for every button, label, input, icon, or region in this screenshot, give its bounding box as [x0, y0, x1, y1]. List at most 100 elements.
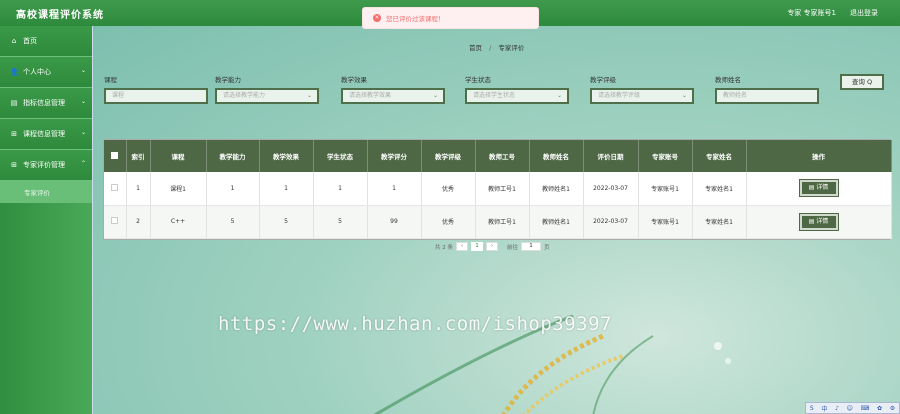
detail-button[interactable]: ▤ 详情 [798, 212, 839, 231]
breadcrumb-current: 专家评价 [498, 44, 525, 52]
filter-course: 课程 课程 [104, 74, 208, 104]
chevron-down-icon: ⌄ [556, 92, 562, 99]
sidebar-item-label: 个人中心 [23, 68, 51, 76]
table-cell: 课程1 [150, 172, 207, 206]
evaluation-table: 索引 课程 教学能力 教学效果 学生状态 教学评分 教学评级 教师工号 教师姓名… [103, 139, 892, 240]
next-page-button[interactable]: › [486, 242, 498, 251]
table-header-row: 索引 课程 教学能力 教学效果 学生状态 教学评分 教学评级 教师工号 教师姓名… [104, 140, 892, 172]
keyboard-icon[interactable]: ⌨ [861, 405, 870, 412]
teaching-effect-select[interactable]: 请选择教学效果 ⌄ [341, 88, 445, 104]
course-input[interactable]: 课程 [104, 88, 208, 104]
table-cell: 优秀 [421, 205, 476, 239]
detail-button[interactable]: ▤ 详情 [798, 179, 839, 198]
filter-student-status: 学生状态 请选择学生状态 ⌄ [465, 74, 569, 104]
error-icon: × [373, 14, 381, 22]
filter-label: 学生状态 [465, 76, 491, 84]
table-cell: 优秀 [421, 172, 476, 206]
app-title: 高校课程评价系统 [16, 10, 104, 21]
table-cell: 专家姓名1 [692, 205, 747, 239]
table-cell: 1 [126, 172, 151, 206]
pager-goto-label: 前往 [507, 244, 519, 251]
table-cell: 教师姓名1 [529, 172, 584, 206]
column-header: 教学评分 [367, 140, 422, 172]
chevron-down-icon: ⌄ [681, 92, 687, 99]
column-header: 专家姓名 [692, 140, 747, 172]
breadcrumb-home[interactable]: 首页 [469, 44, 482, 52]
sidebar-item-label: 首页 [23, 37, 37, 45]
select-placeholder: 请选择教学评级 [598, 92, 641, 99]
table-cell: 1 [313, 172, 368, 206]
filter-teaching-effect: 教学效果 请选择教学效果 ⌄ [341, 74, 445, 104]
pager-total: 共 2 条 [435, 244, 453, 251]
chevron-down-icon: ⌄ [80, 98, 86, 105]
music-icon[interactable]: ♪ [835, 405, 839, 412]
toast-message: 您已评价过该课程！ [386, 15, 445, 23]
filter-label: 教学能力 [215, 76, 241, 84]
row-checkbox[interactable] [111, 183, 119, 191]
table-row[interactable]: 2 C++ 5 5 5 99 优秀 教师工号1 教师姓名1 2022-03-07… [104, 205, 892, 239]
teacher-name-input[interactable]: 教师姓名 [715, 88, 819, 104]
table-cell: 专家姓名1 [692, 172, 747, 206]
row-select-cell [104, 172, 127, 206]
student-status-select[interactable]: 请选择学生状态 ⌄ [465, 88, 569, 104]
column-header: 教师姓名 [529, 140, 584, 172]
chevron-down-icon: ⌄ [306, 92, 312, 99]
chevron-up-icon: ⌃ [80, 160, 86, 167]
table-cell: 2022-03-07 [583, 172, 639, 206]
column-header: 评价日期 [583, 140, 639, 172]
table-cell: 5 [206, 205, 260, 239]
logout-link[interactable]: 退出登录 [850, 8, 878, 18]
sidebar-item-profile[interactable]: 👤 个人中心 ⌄ [0, 57, 92, 88]
pagination: 共 2 条 ‹ 1 › 前往 1 页 [435, 242, 550, 251]
column-header: 教学能力 [206, 140, 260, 172]
sidebar-item-label: 指标信息管理 [23, 99, 65, 107]
sidebar-item-courses[interactable]: ⊞ 课程信息管理 ⌄ [0, 119, 92, 150]
goto-page-input[interactable]: 1 [521, 242, 542, 251]
filter-label: 教学效果 [341, 76, 367, 84]
column-header: 操作 [746, 140, 892, 172]
skin-icon[interactable]: ✿ [877, 405, 882, 412]
emoji-icon[interactable]: ☺ [847, 405, 853, 412]
column-header: 教师工号 [475, 140, 530, 172]
sidebar-item-label: 专家评价管理 [23, 161, 65, 169]
ime-icon[interactable]: S [810, 405, 814, 412]
filter-teaching-rating: 教学评级 请选择教学评级 ⌄ [590, 74, 694, 104]
teaching-ability-select[interactable]: 请选择教学能力 ⌄ [215, 88, 319, 104]
filter-label: 课程 [104, 76, 117, 84]
filter-teaching-ability: 教学能力 请选择教学能力 ⌄ [215, 74, 319, 104]
query-button[interactable]: 查询 Q [840, 74, 884, 90]
sidebar-item-label: 课程信息管理 [23, 130, 65, 138]
ime-chinese-icon[interactable]: 中 [821, 404, 827, 413]
prev-page-button[interactable]: ‹ [456, 242, 468, 251]
table-cell: 教师工号1 [475, 172, 530, 206]
settings-icon[interactable]: ⚙ [890, 405, 895, 412]
table-cell: 1 [206, 172, 260, 206]
table-cell: 99 [367, 205, 422, 239]
table-cell: 专家账号1 [638, 172, 693, 206]
select-placeholder: 请选择教学效果 [349, 92, 392, 99]
system-tray: S 中 ♪ ☺ ⌨ ✿ ⚙ [805, 402, 900, 414]
row-checkbox[interactable] [111, 217, 119, 224]
chevron-down-icon: ⌄ [432, 92, 438, 99]
column-header: 索引 [126, 140, 151, 172]
watermark-text: https://www.huzhan.com/ishop39397 [218, 313, 612, 335]
sidebar-subitem-expert-eval[interactable]: 专家评价 [0, 181, 92, 203]
row-select-cell [104, 205, 127, 239]
table-cell: 5 [259, 205, 314, 239]
table-row[interactable]: 1 课程1 1 1 1 1 优秀 教师工号1 教师姓名1 2022-03-07 … [104, 172, 892, 206]
sidebar-item-home[interactable]: ⌂ 首页 [0, 26, 92, 57]
column-header: 教学效果 [259, 140, 314, 172]
sidebar-item-expert-eval[interactable]: ⊞ 专家评价管理 ⌃ [0, 150, 92, 181]
breadcrumb-separator: / [489, 44, 492, 52]
select-placeholder: 请选择教学能力 [223, 92, 266, 99]
select-all-checkbox[interactable] [111, 151, 119, 159]
sidebar-item-indicators[interactable]: ▤ 指标信息管理 ⌄ [0, 88, 92, 119]
current-user: 专家 专家账号1 [787, 9, 836, 17]
table-cell: 5 [313, 205, 368, 239]
grid-icon: ⊞ [11, 161, 17, 169]
user-icon: 👤 [10, 68, 19, 76]
list-icon: ▤ [10, 99, 18, 107]
teaching-rating-select[interactable]: 请选择教学评级 ⌄ [590, 88, 694, 104]
action-cell: ▤ 详情 [746, 205, 892, 239]
current-page[interactable]: 1 [471, 242, 483, 251]
